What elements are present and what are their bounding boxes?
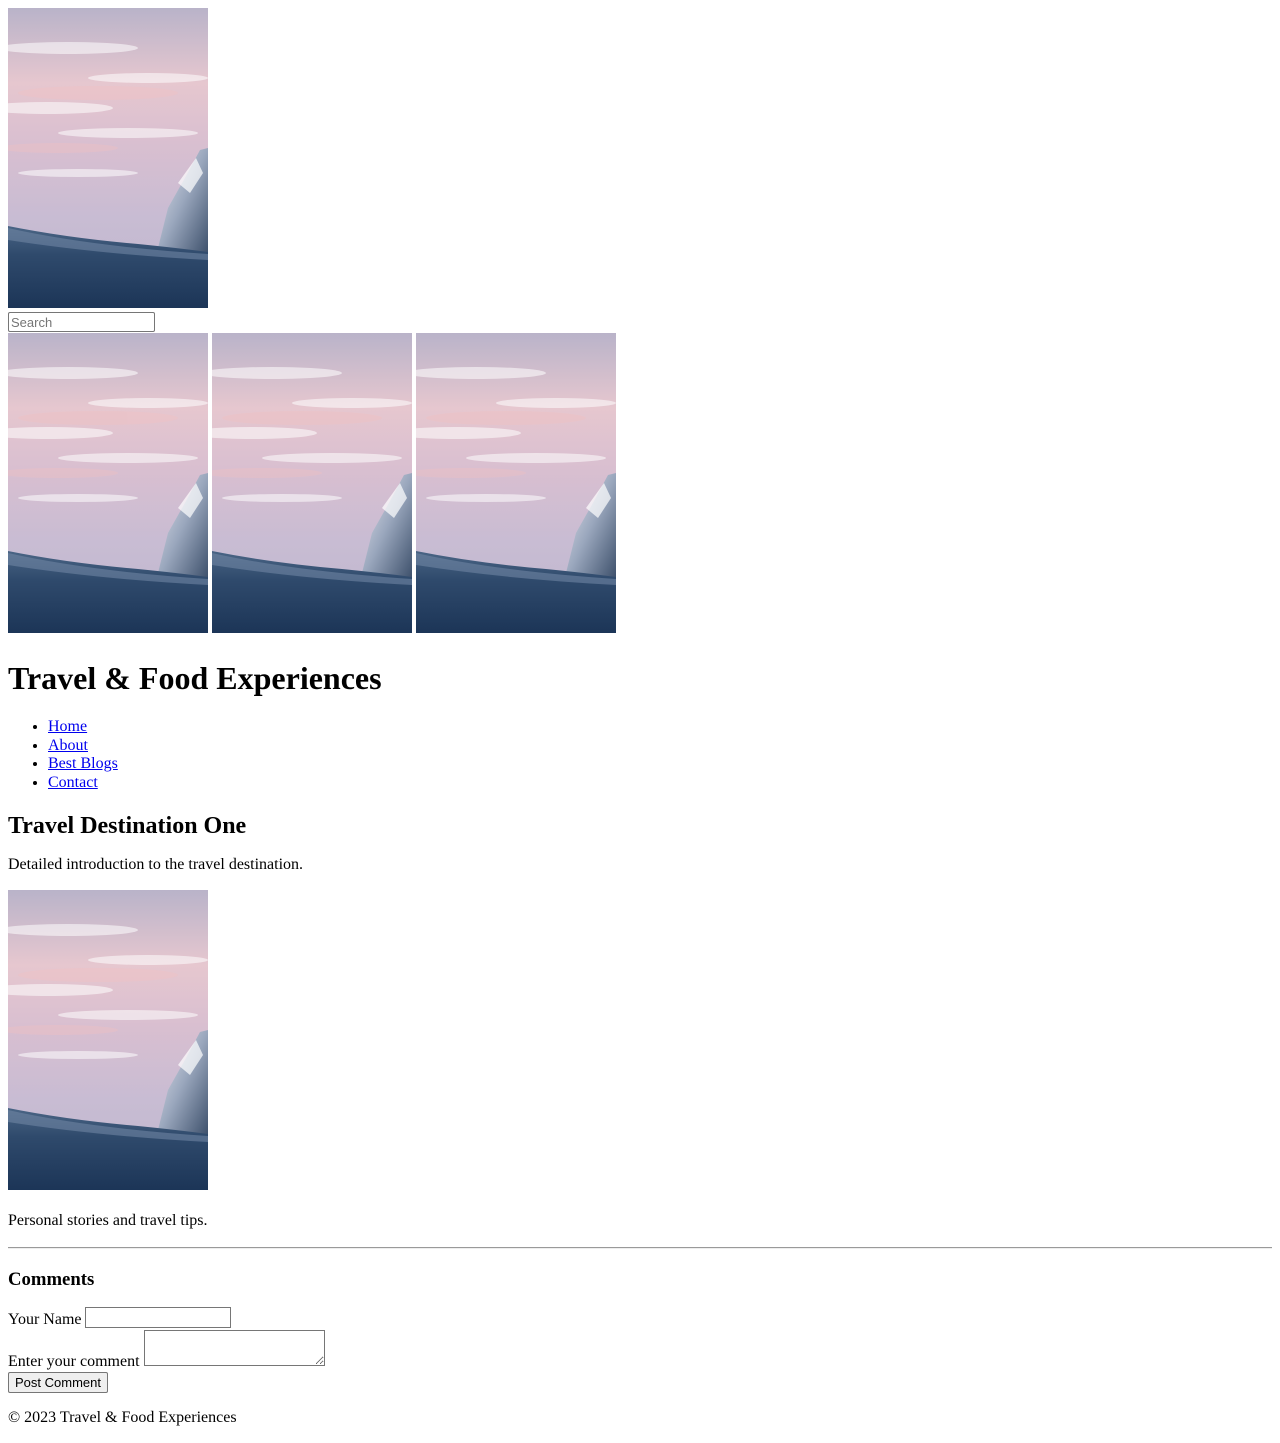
article-title: Travel Destination One: [8, 813, 247, 839]
site-title: Travel & Food Experiences: [8, 660, 382, 696]
name-field[interactable]: [85, 1306, 232, 1328]
nav-link-about[interactable]: About: [48, 737, 88, 754]
name-label: Your Name: [8, 1310, 82, 1328]
comments-section: Comments Your Name Enter your comment Po…: [8, 1269, 1272, 1393]
site-footer: © 2023 Travel & Food Experiences: [8, 1409, 1272, 1427]
nav-item-contact: Contact: [48, 774, 1272, 793]
mountain-photo-icon: [8, 890, 208, 1190]
search-bar: [8, 308, 1272, 333]
nav-item-best-blogs: Best Blogs: [48, 755, 1272, 774]
mountain-photo-icon: [416, 333, 616, 633]
gallery-image: [212, 333, 412, 633]
article: Travel Destination One Detailed introduc…: [8, 812, 1272, 1231]
nav-item-home: Home: [48, 718, 1272, 737]
comment-form: Your Name Enter your comment Post Commen…: [8, 1306, 1272, 1393]
mountain-photo-icon: [8, 333, 208, 633]
search-input[interactable]: [8, 312, 155, 332]
name-row: Your Name: [8, 1306, 1272, 1330]
mountain-photo-icon: [8, 8, 208, 308]
nav-link-home[interactable]: Home: [48, 718, 87, 735]
comment-label: Enter your comment: [8, 1352, 140, 1370]
main-nav: Home About Best Blogs Contact: [8, 718, 1272, 792]
image-gallery: [8, 333, 1272, 633]
article-body: Personal stories and travel tips.: [8, 1212, 208, 1230]
copyright-text: © 2023 Travel & Food Experiences: [8, 1408, 237, 1426]
mountain-photo-icon: [212, 333, 412, 633]
gallery-image: [416, 333, 616, 633]
section-divider: [8, 1246, 1272, 1249]
nav-link-best-blogs[interactable]: Best Blogs: [48, 755, 118, 772]
nav-item-about: About: [48, 737, 1272, 756]
article-image: [8, 890, 208, 1190]
page: Travel & Food Experiences Home About Bes…: [0, 0, 1280, 1435]
hero-image: [8, 8, 208, 308]
nav-link-contact[interactable]: Contact: [48, 774, 98, 791]
comment-row: Enter your comment: [8, 1329, 1272, 1372]
comment-textarea[interactable]: [143, 1329, 325, 1366]
site-header: [8, 8, 1272, 333]
article-intro: Detailed introduction to the travel dest…: [8, 856, 304, 873]
comments-heading: Comments: [8, 1268, 95, 1290]
post-comment-button[interactable]: Post Comment: [8, 1371, 108, 1393]
gallery-image: [8, 333, 208, 633]
